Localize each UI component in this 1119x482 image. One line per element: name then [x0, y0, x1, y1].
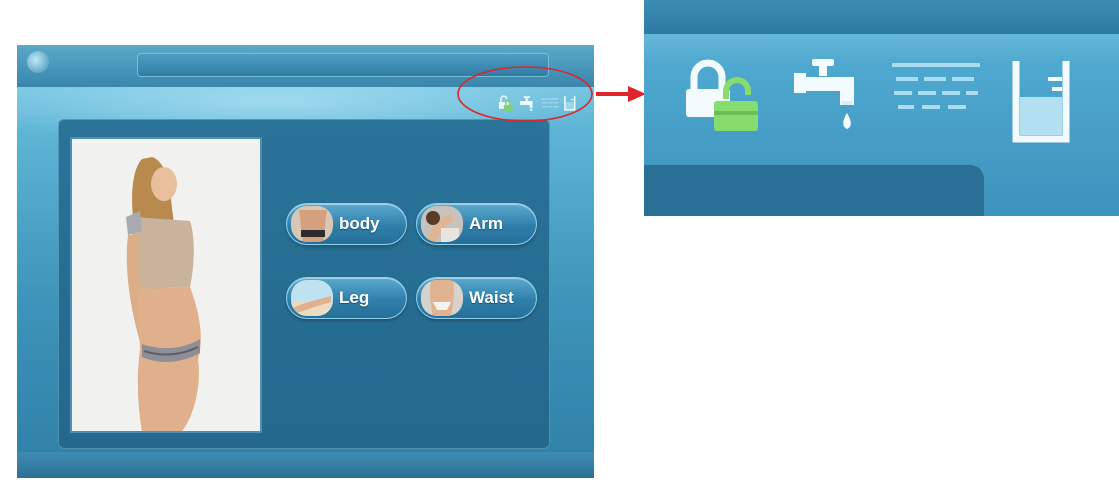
- arm-thumbnail: [421, 206, 463, 242]
- body-area-button-body[interactable]: body: [286, 203, 407, 245]
- corner-knob: [27, 51, 49, 73]
- body-area-label-leg: Leg: [339, 288, 370, 307]
- body-area-button-leg[interactable]: Leg: [286, 277, 407, 319]
- callout-ring: [457, 66, 593, 122]
- zoom-top-bar: [644, 0, 1119, 34]
- screen-bottom-bar: [17, 452, 594, 478]
- unlock-icon: [686, 59, 758, 131]
- body-area-label-waist: Waist: [469, 288, 514, 307]
- water-tap-icon: [794, 59, 854, 129]
- waist-thumbnail: [421, 280, 463, 316]
- body-area-label-body: body: [339, 214, 380, 233]
- body-area-label-arm: Arm: [469, 214, 504, 233]
- body-area-button-arm[interactable]: Arm: [416, 203, 537, 245]
- leg-thumbnail: [291, 280, 333, 316]
- torso-thumbnail: [291, 206, 333, 242]
- callout-arrow-icon: [596, 86, 646, 102]
- zoom-panel-edge: [644, 165, 984, 216]
- content-panel: body Arm Leg Waist: [58, 119, 550, 449]
- model-figure-image: [72, 139, 260, 431]
- water-level-icon: [1012, 61, 1070, 143]
- model-photo: [70, 137, 262, 433]
- zoomed-status-detail: [644, 0, 1119, 216]
- zoomed-icon-row: [682, 55, 1102, 155]
- body-area-button-waist[interactable]: Waist: [416, 277, 537, 319]
- water-flow-icon: [892, 63, 980, 109]
